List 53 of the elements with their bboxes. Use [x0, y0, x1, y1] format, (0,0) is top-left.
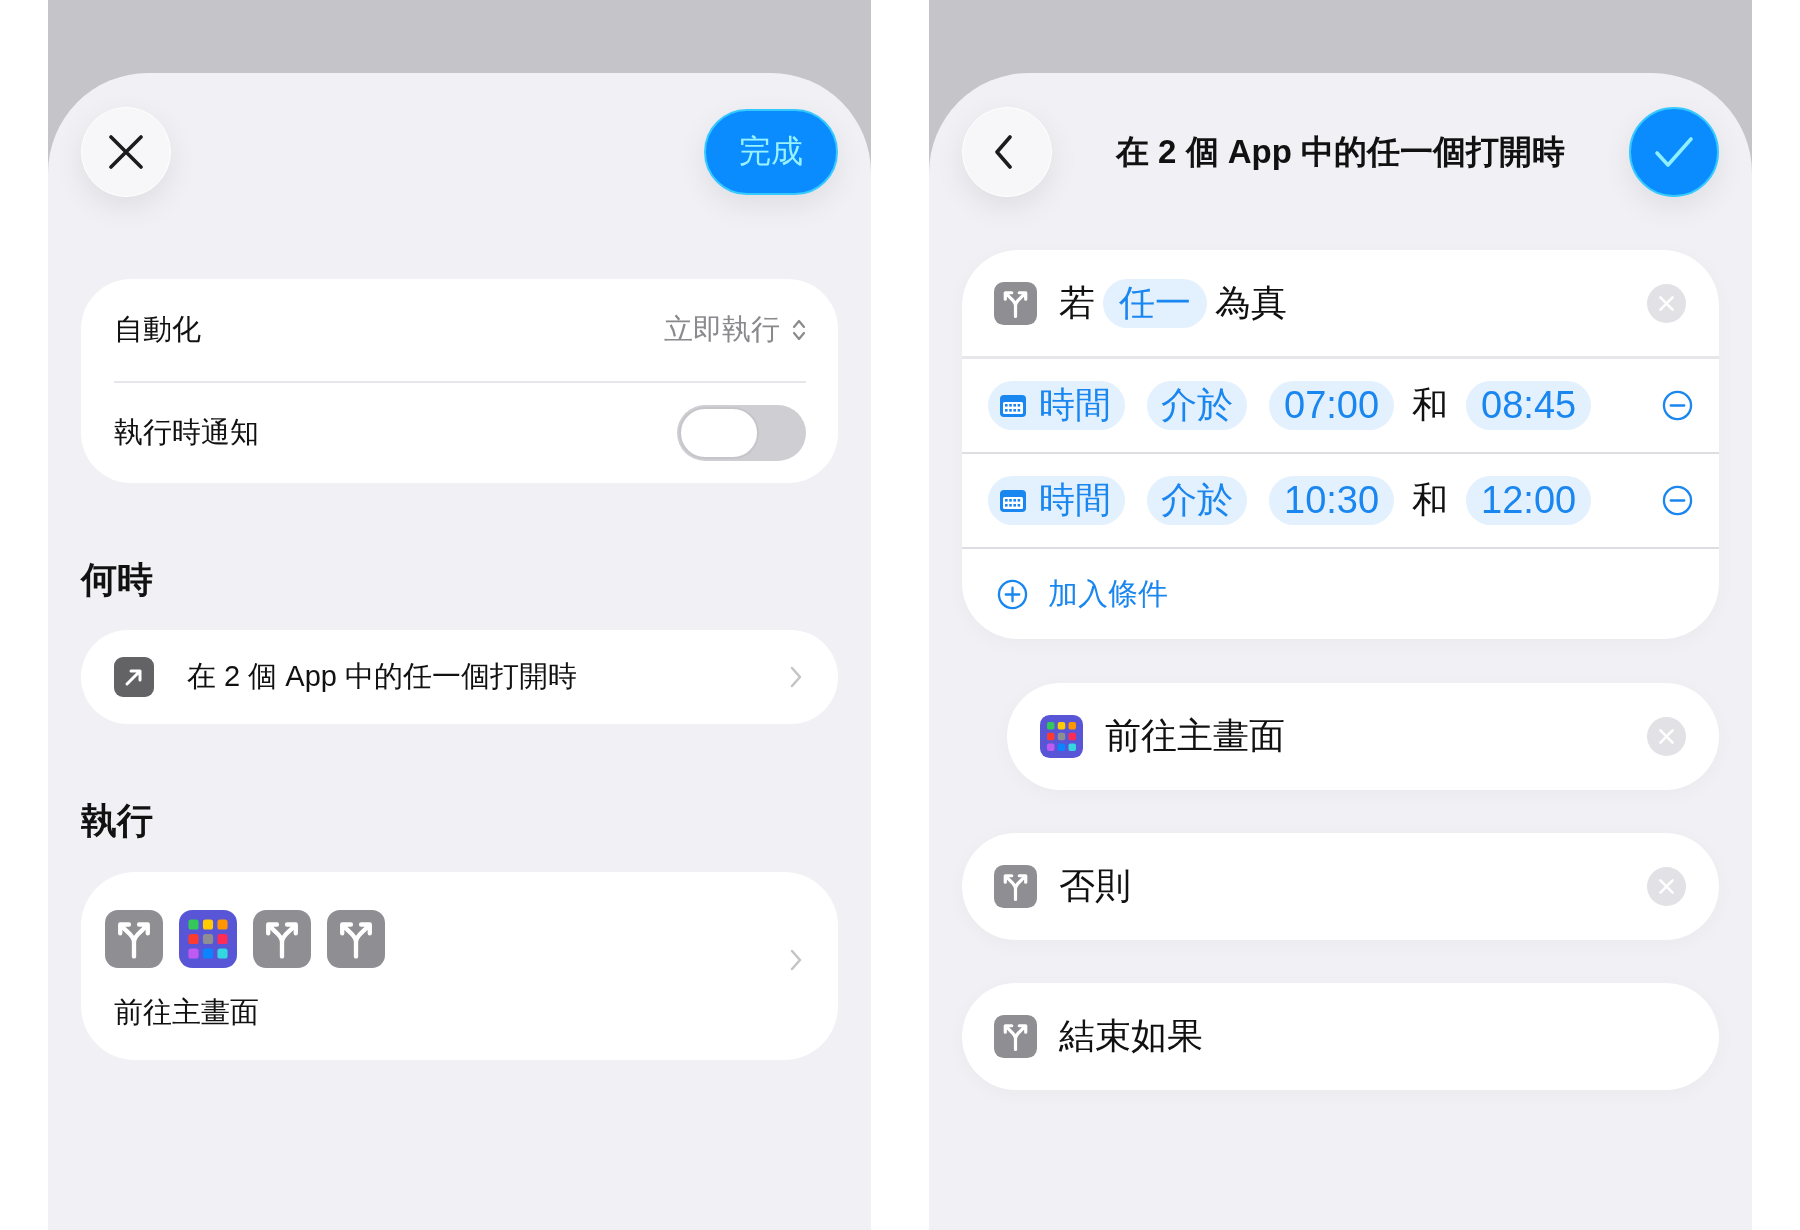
branch-icon — [253, 910, 311, 968]
chevron-right-icon — [790, 666, 802, 688]
time-token[interactable]: 07:00 — [1269, 381, 1395, 430]
checkmark-icon — [1654, 136, 1694, 168]
action-label: 否則 — [1059, 864, 1131, 908]
setting-label: 自動化 — [114, 312, 201, 347]
operator-token[interactable]: 介於 — [1147, 381, 1247, 430]
time-token[interactable]: 08:45 — [1466, 381, 1592, 430]
chevron-right-icon — [790, 949, 802, 971]
app-grid-icon — [1040, 715, 1083, 758]
branch-icon — [994, 281, 1037, 325]
remove-button[interactable] — [1647, 717, 1686, 756]
trigger-row[interactable]: 在 2 個 App 中的任一個打開時 — [81, 630, 838, 724]
notify-toggle[interactable] — [677, 405, 806, 461]
close-icon — [1659, 879, 1674, 894]
remove-condition-icon[interactable] — [1662, 390, 1693, 421]
remove-condition-icon[interactable] — [1662, 485, 1693, 516]
subject-token[interactable]: 時間 — [988, 476, 1125, 525]
branch-icon — [105, 910, 163, 968]
calendar-icon — [1000, 394, 1026, 417]
if-keyword: 若 — [1059, 280, 1095, 325]
branch-icon — [994, 865, 1037, 908]
remove-button[interactable] — [1647, 283, 1686, 323]
plus-circle-icon — [997, 578, 1028, 610]
section-heading: 何時 — [81, 560, 154, 600]
branch-icon — [327, 910, 385, 968]
done-button[interactable]: 完成 — [704, 109, 838, 195]
arrow-up-right-icon — [114, 657, 154, 697]
joiner-text: 和 — [1412, 478, 1449, 522]
operator-token[interactable]: 介於 — [1147, 476, 1247, 525]
close-icon — [1659, 295, 1674, 311]
close-icon — [109, 135, 143, 169]
action-label: 前往主畫面 — [1105, 714, 1285, 758]
time-token[interactable]: 12:00 — [1466, 476, 1592, 525]
action-label: 結束如果 — [1059, 1014, 1203, 1058]
app-grid-icon — [179, 910, 237, 968]
mode-token[interactable]: 任一 — [1103, 278, 1207, 328]
add-condition-button[interactable]: 加入條件 — [997, 573, 1168, 615]
subject-token[interactable]: 時間 — [988, 381, 1125, 430]
branch-icon — [994, 1015, 1037, 1058]
calendar-icon — [1000, 489, 1026, 512]
joiner-text: 和 — [1412, 383, 1449, 427]
setting-label: 執行時通知 — [114, 415, 259, 450]
condition-suffix: 為真 — [1215, 280, 1287, 325]
remove-button[interactable] — [1647, 867, 1686, 906]
section-heading: 執行 — [81, 801, 154, 841]
close-icon — [1659, 729, 1674, 744]
back-chevron-icon — [994, 135, 1014, 169]
time-token[interactable]: 10:30 — [1269, 476, 1395, 525]
actions-row[interactable]: 前往主畫面 — [81, 872, 838, 1060]
run-mode-picker[interactable]: 立即執行 — [664, 310, 806, 350]
updown-chevron-icon — [792, 318, 806, 342]
sheet-title: 在 2 個 App 中的任一個打開時 — [1115, 131, 1566, 172]
